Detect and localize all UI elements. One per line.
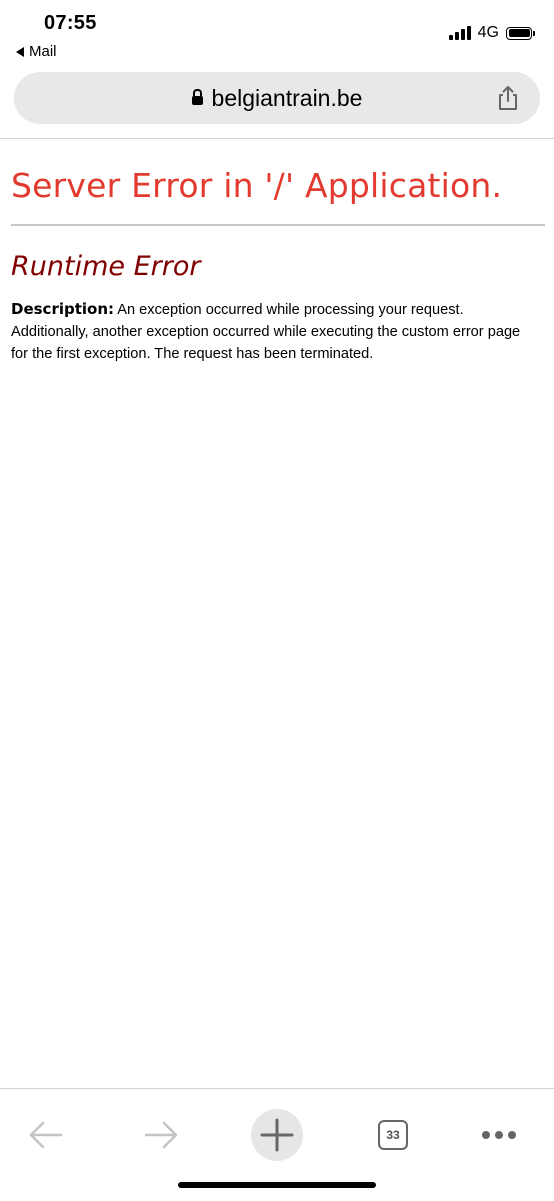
more-button[interactable] bbox=[467, 1103, 531, 1167]
clock: 07:55 bbox=[44, 12, 97, 34]
page-title: Server Error in '/' Application. bbox=[11, 166, 503, 205]
lock-icon bbox=[191, 89, 203, 105]
tabs-icon: 33 bbox=[378, 1120, 408, 1150]
signal-icon bbox=[448, 26, 471, 40]
forward-button[interactable] bbox=[129, 1103, 193, 1167]
url-bar[interactable]: belgiantrain.be bbox=[14, 72, 540, 124]
horizontal-rule bbox=[11, 224, 545, 226]
back-button[interactable] bbox=[14, 1103, 78, 1167]
back-triangle-icon bbox=[16, 46, 24, 57]
tabs-button[interactable]: 33 bbox=[361, 1103, 425, 1167]
share-icon[interactable] bbox=[496, 85, 520, 111]
back-to-app-button[interactable]: Mail bbox=[16, 43, 57, 60]
back-arrow-icon bbox=[29, 1121, 63, 1149]
error-description: Description: An exception occurred while… bbox=[11, 298, 535, 365]
error-subtitle: Runtime Error bbox=[11, 251, 201, 282]
header-divider bbox=[0, 138, 554, 139]
tab-count: 33 bbox=[386, 1128, 400, 1142]
status-indicators: 4G bbox=[448, 24, 535, 42]
new-tab-button[interactable] bbox=[245, 1103, 309, 1167]
new-tab-plus-icon bbox=[260, 1118, 294, 1152]
more-icon bbox=[482, 1131, 516, 1139]
page-content: Server Error in '/' Application. Runtime… bbox=[11, 140, 545, 365]
status-bar: 07:55 Mail 4G bbox=[0, 0, 554, 68]
back-app-label: Mail bbox=[29, 43, 57, 60]
forward-arrow-icon bbox=[144, 1121, 178, 1149]
description-label: Description: bbox=[11, 300, 115, 318]
url-text: belgiantrain.be bbox=[211, 84, 363, 111]
battery-icon bbox=[506, 26, 535, 40]
network-type: 4G bbox=[477, 24, 499, 41]
home-indicator[interactable] bbox=[178, 1182, 376, 1188]
